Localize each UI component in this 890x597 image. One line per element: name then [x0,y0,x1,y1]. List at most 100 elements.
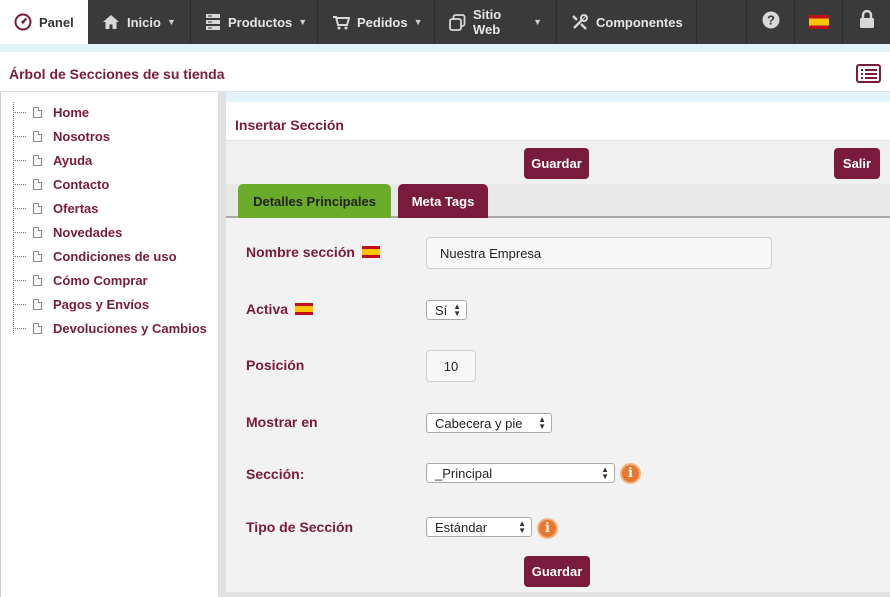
tree-item-label: Ofertas [53,200,99,216]
nav-inicio[interactable]: Inicio ▼ [88,0,191,44]
website-icon [449,13,466,31]
nav-productos-label: Productos [228,14,293,30]
tipo-seccion-select[interactable]: Estándar ▲ ▼ [426,517,532,537]
language-button[interactable] [794,0,842,44]
nav-panel-label: Panel [39,14,74,30]
home-icon [102,14,120,30]
save-button-top[interactable]: Guardar [524,148,589,179]
help-icon: ? [762,11,780,34]
spain-flag-icon [295,303,314,315]
field-label-nombre: Nombre sección [246,244,380,260]
chevron-down-icon: ▼ [166,17,176,27]
info-icon[interactable]: i [537,518,558,539]
tree-item-nosotros[interactable]: Nosotros [13,124,207,148]
form-area: Nombre sección Nuestra Empresa Activa Sí… [226,218,890,592]
document-icon [33,298,42,310]
nav-pedidos[interactable]: Pedidos ▼ [318,0,435,44]
svg-text:?: ? [767,12,775,27]
tree-item-label: Home [53,104,90,120]
form-title: Insertar Sección [235,117,344,133]
chevron-down-icon: ▼ [413,17,423,27]
field-label-seccion: Sección: [246,466,304,482]
tipo-seccion-select-value: Estándar [435,519,488,535]
tree-item-label: Novedades [53,224,123,240]
tree-item-home[interactable]: Home [13,100,207,124]
nav-sitio-web-label: Sitio Web [473,7,502,37]
action-bar: Guardar Salir [226,140,890,186]
tree-item-condiciones[interactable]: Condiciones de uso [13,244,207,268]
field-label-tipo: Tipo de Sección [246,519,353,535]
nav-componentes-label: Componentes [596,14,683,30]
header-strip [0,44,890,52]
tree-item-ofertas[interactable]: Ofertas [13,196,207,220]
chevron-down-icon: ▼ [298,17,308,27]
field-label-nombre-text: Nombre sección [246,244,355,260]
select-arrows-icon: ▲ ▼ [518,519,526,535]
document-icon [33,322,42,334]
nav-productos[interactable]: Productos ▼ [191,0,318,44]
tree-item-como-comprar[interactable]: Cómo Comprar [13,268,207,292]
info-icon[interactable]: i [620,463,641,484]
tree-item-label: Contacto [53,176,110,192]
field-label-posicion-text: Posición [246,357,305,373]
tree-item-novedades[interactable]: Novedades [13,220,207,244]
seccion-select[interactable]: _Principal ▲ ▼ [426,463,615,483]
tree-item-label: Pagos y Envíos [53,296,150,312]
products-icon [205,13,221,31]
nav-panel[interactable]: Panel [0,0,88,44]
main-panel: Insertar Sección Guardar Salir Detalles … [226,102,890,597]
document-icon [33,202,42,214]
select-arrows-icon: ▲ ▼ [453,302,461,318]
field-label-posicion: Posición [246,357,304,373]
document-icon [33,154,42,166]
dashboard-icon [14,13,32,31]
field-label-activa: Activa [246,301,314,317]
tree-header: Árbol de Secciones de su tienda [0,52,890,92]
mostrar-en-select-value: Cabecera y pie [435,415,523,431]
nav-sitio-web[interactable]: Sitio Web ▼ [435,0,557,44]
bottom-strip [226,592,890,597]
tools-icon [571,13,589,31]
tree-item-label: Ayuda [53,152,93,168]
tree-item-label: Cómo Comprar [53,272,148,288]
tree-item-label: Devoluciones y Cambios [53,320,207,336]
tabs-bar: Detalles Principales Meta Tags [226,184,890,218]
tree-item-pagos-envios[interactable]: Pagos y Envíos [13,292,207,316]
field-label-activa-text: Activa [246,301,289,317]
spain-flag-icon [808,15,829,29]
lock-icon [859,9,875,34]
tree-item-devoluciones[interactable]: Devoluciones y Cambios [13,316,207,340]
exit-button[interactable]: Salir [834,148,880,179]
tree-item-ayuda[interactable]: Ayuda [13,148,207,172]
sections-tree: Home Nosotros Ayuda Contacto Ofertas Nov… [13,100,207,340]
top-navigation: Panel Inicio ▼ Productos ▼ Pedidos ▼ Sit… [0,0,890,44]
seccion-select-value: _Principal [435,465,493,481]
tab-meta-tags[interactable]: Meta Tags [398,184,488,218]
document-icon [33,250,42,262]
list-view-button[interactable] [856,64,881,83]
activa-select-value: Sí [435,302,448,318]
document-icon [33,226,42,238]
nav-componentes[interactable]: Componentes [557,0,697,44]
field-label-seccion-text: Sección: [246,466,305,482]
document-icon [33,106,42,118]
tree-item-contacto[interactable]: Contacto [13,172,207,196]
document-icon [33,274,42,286]
field-label-tipo-text: Tipo de Sección [246,519,354,535]
spain-flag-icon [361,246,380,258]
mostrar-en-select[interactable]: Cabecera y pie ▲ ▼ [426,413,552,433]
chevron-down-icon: ▼ [533,17,542,27]
field-label-mostrar-text: Mostrar en [246,414,318,430]
lock-button[interactable] [842,0,890,44]
nombre-seccion-input[interactable]: Nuestra Empresa [426,237,772,269]
tree-item-label: Nosotros [53,128,111,144]
help-button[interactable]: ? [746,0,794,44]
posicion-input[interactable]: 10 [426,350,476,382]
tree-item-label: Condiciones de uso [53,248,177,264]
save-button-bottom[interactable]: Guardar [524,556,590,587]
tab-detalles-principales[interactable]: Detalles Principales [238,184,391,218]
nav-right-group: ? [746,0,890,44]
select-arrows-icon: ▲ ▼ [601,465,609,481]
field-label-mostrar: Mostrar en [246,414,318,430]
activa-select[interactable]: Sí ▲ ▼ [426,300,467,320]
